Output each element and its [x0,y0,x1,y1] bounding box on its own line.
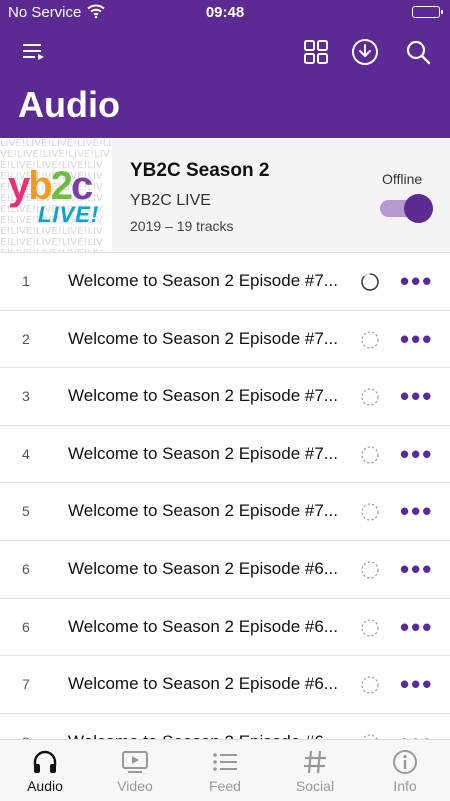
download-progress-icon[interactable] [361,273,379,291]
headphones-icon [31,748,59,776]
battery-icon [412,6,443,18]
album-artist: YB2C LIVE [130,192,211,209]
track-row[interactable]: 6 Welcome to Season 2 Episode #6... ••• [0,599,450,657]
video-icon [121,748,149,776]
album-header: LIVE!LIVE!LIVE!LIVE!LIVE!LIVE!LIVE!LIVE!… [0,138,450,253]
queue-menu-icon[interactable] [20,38,48,66]
grid-view-icon[interactable] [302,38,330,66]
more-options-icon[interactable]: ••• [400,556,433,582]
track-title: Welcome to Season 2 Episode #6... [68,674,338,694]
track-number: 7 [22,676,30,693]
track-title: Welcome to Season 2 Episode #6... [68,558,338,578]
tab-label: Social [295,778,335,794]
download-pending-icon[interactable] [361,561,379,579]
track-row[interactable]: 5 Welcome to Season 2 Episode #7... ••• [0,483,450,541]
track-title: Welcome to Season 2 Episode #7... [68,328,338,348]
more-options-icon[interactable]: ••• [400,383,433,409]
app-header: Audio [0,26,450,138]
download-icon[interactable] [351,38,379,66]
download-pending-icon[interactable] [361,446,379,464]
track-row[interactable]: 6 Welcome to Season 2 Episode #6... ••• [0,541,450,599]
download-pending-icon[interactable] [361,618,379,637]
offline-toggle[interactable] [380,194,433,223]
more-options-icon[interactable]: ••• [400,671,433,697]
track-row[interactable]: 8Welcome to Season 2 Episode #6...••• [0,714,450,739]
clock: 09:48 [205,4,245,21]
album-art[interactable]: LIVE!LIVE!LIVE!LIVE!LIVE!LIVE!LIVE!LIVE!… [0,138,112,252]
track-row[interactable]: 2 Welcome to Season 2 Episode #7... ••• [0,311,450,369]
status-bar: No Service 09:48 [0,0,450,26]
tab-label: Info [393,778,417,794]
offline-toggle-knob [404,194,433,223]
tab-bar: Audio Video Feed Social Info [0,739,450,801]
track-number: 4 [22,445,30,462]
more-options-icon[interactable]: ••• [400,614,433,640]
tab-info[interactable]: Info [360,740,450,801]
offline-label: Offline [382,171,423,187]
track-title: Welcome to Season 2 Episode #7... [68,386,338,406]
track-number: 6 [22,560,30,577]
track-number: 5 [22,503,30,520]
tab-label: Feed [209,778,241,794]
track-title: Welcome to Season 2 Episode #7... [68,271,338,290]
more-options-icon[interactable]: ••• [400,441,433,467]
search-icon[interactable] [404,38,432,66]
track-title: Welcome to Season 2 Episode #6... [68,616,338,636]
track-number: 6 [22,618,30,635]
tab-video[interactable]: Video [90,740,180,801]
track-list: 1 Welcome to Season 2 Episode #7... ••• 2 We… [0,253,450,739]
tab-audio[interactable]: Audio [0,740,90,801]
album-title: YB2C Season 2 [130,160,270,181]
page-title: Audio [18,84,120,125]
tab-label: Video [117,778,153,794]
track-title: Welcome to Season 2 Episode #7... [68,501,338,521]
download-pending-icon[interactable] [361,388,379,406]
hash-icon [301,748,329,776]
track-number: 3 [22,388,30,405]
tab-social[interactable]: Social [270,740,360,801]
album-meta: 2019 – 19 tracks [130,218,234,234]
track-row[interactable]: 3 Welcome to Season 2 Episode #7... ••• [0,368,450,426]
more-options-icon[interactable]: ••• [400,326,433,352]
download-pending-icon[interactable] [361,330,379,349]
tab-label: Audio [27,778,63,794]
info-icon [391,748,419,776]
download-pending-icon[interactable] [361,676,379,694]
track-number: 2 [22,330,30,347]
track-title: Welcome to Season 2 Episode #7... [68,443,338,463]
more-options-icon[interactable]: ••• [400,498,433,524]
list-icon [211,748,239,776]
track-row[interactable]: 7 Welcome to Season 2 Episode #6... ••• [0,656,450,714]
tab-feed[interactable]: Feed [180,740,270,801]
track-number: 1 [22,273,30,289]
track-row[interactable]: 1 Welcome to Season 2 Episode #7... ••• [0,253,450,311]
download-pending-icon[interactable] [361,503,379,521]
more-options-icon[interactable]: ••• [400,268,433,294]
track-title: Welcome to Season 2 Episode #6... [68,732,338,739]
track-row[interactable]: 4 Welcome to Season 2 Episode #7... ••• [0,426,450,484]
album-art-logo-sub: LIVE! [38,202,100,227]
